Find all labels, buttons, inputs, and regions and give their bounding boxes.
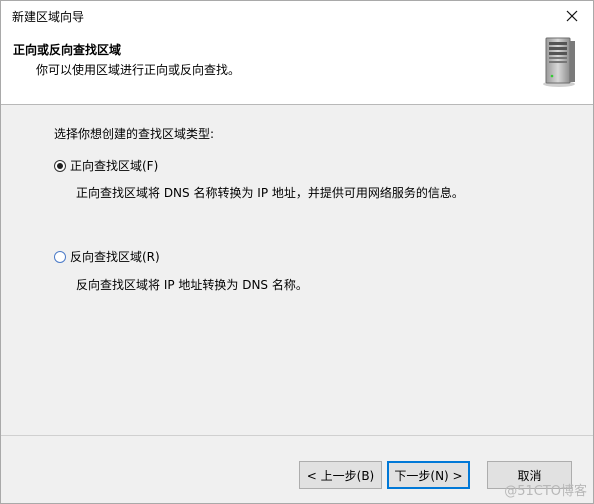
page-subtitle: 你可以使用区域进行正向或反向查找。 bbox=[36, 63, 241, 77]
window-title: 新建区域向导 bbox=[12, 10, 85, 24]
close-button[interactable] bbox=[557, 3, 587, 29]
radio-checked-icon[interactable] bbox=[54, 159, 66, 172]
back-button[interactable]: < 上一步(B) bbox=[299, 461, 382, 489]
reverse-lookup-zone-label[interactable]: 反向查找区域(R) bbox=[70, 248, 160, 265]
reverse-lookup-zone-option[interactable]: 反向查找区域(R) bbox=[54, 248, 160, 265]
watermark: @51CTO博客 bbox=[504, 484, 587, 499]
wizard-header: 正向或反向查找区域 你可以使用区域进行正向或反向查找。 bbox=[1, 31, 593, 105]
radio-unchecked-icon[interactable] bbox=[54, 250, 66, 263]
close-icon bbox=[566, 10, 578, 22]
page-title: 正向或反向查找区域 bbox=[13, 43, 122, 57]
wizard-content: 选择你想创建的查找区域类型: 正向查找区域(F) 正向查找区域将 DNS 名称转… bbox=[1, 105, 593, 435]
zone-type-prompt: 选择你想创建的查找区域类型: bbox=[54, 127, 215, 141]
forward-lookup-zone-label[interactable]: 正向查找区域(F) bbox=[70, 157, 158, 174]
reverse-lookup-zone-description: 反向查找区域将 IP 地址转换为 DNS 名称。 bbox=[76, 278, 308, 292]
wizard-window: 新建区域向导 正向或反向查找区域 你可以使用区域进行正向或反向查找。 选择你想创… bbox=[0, 0, 594, 504]
wizard-footer: < 上一步(B) 下一步(N) > 取消 @51CTO博客 bbox=[1, 435, 593, 503]
forward-lookup-zone-description: 正向查找区域将 DNS 名称转换为 IP 地址，并提供可用网络服务的信息。 bbox=[76, 186, 464, 200]
title-bar: 新建区域向导 bbox=[1, 1, 593, 31]
forward-lookup-zone-option[interactable]: 正向查找区域(F) bbox=[54, 157, 158, 174]
next-button[interactable]: 下一步(N) > bbox=[387, 461, 470, 489]
server-icon bbox=[543, 37, 575, 87]
